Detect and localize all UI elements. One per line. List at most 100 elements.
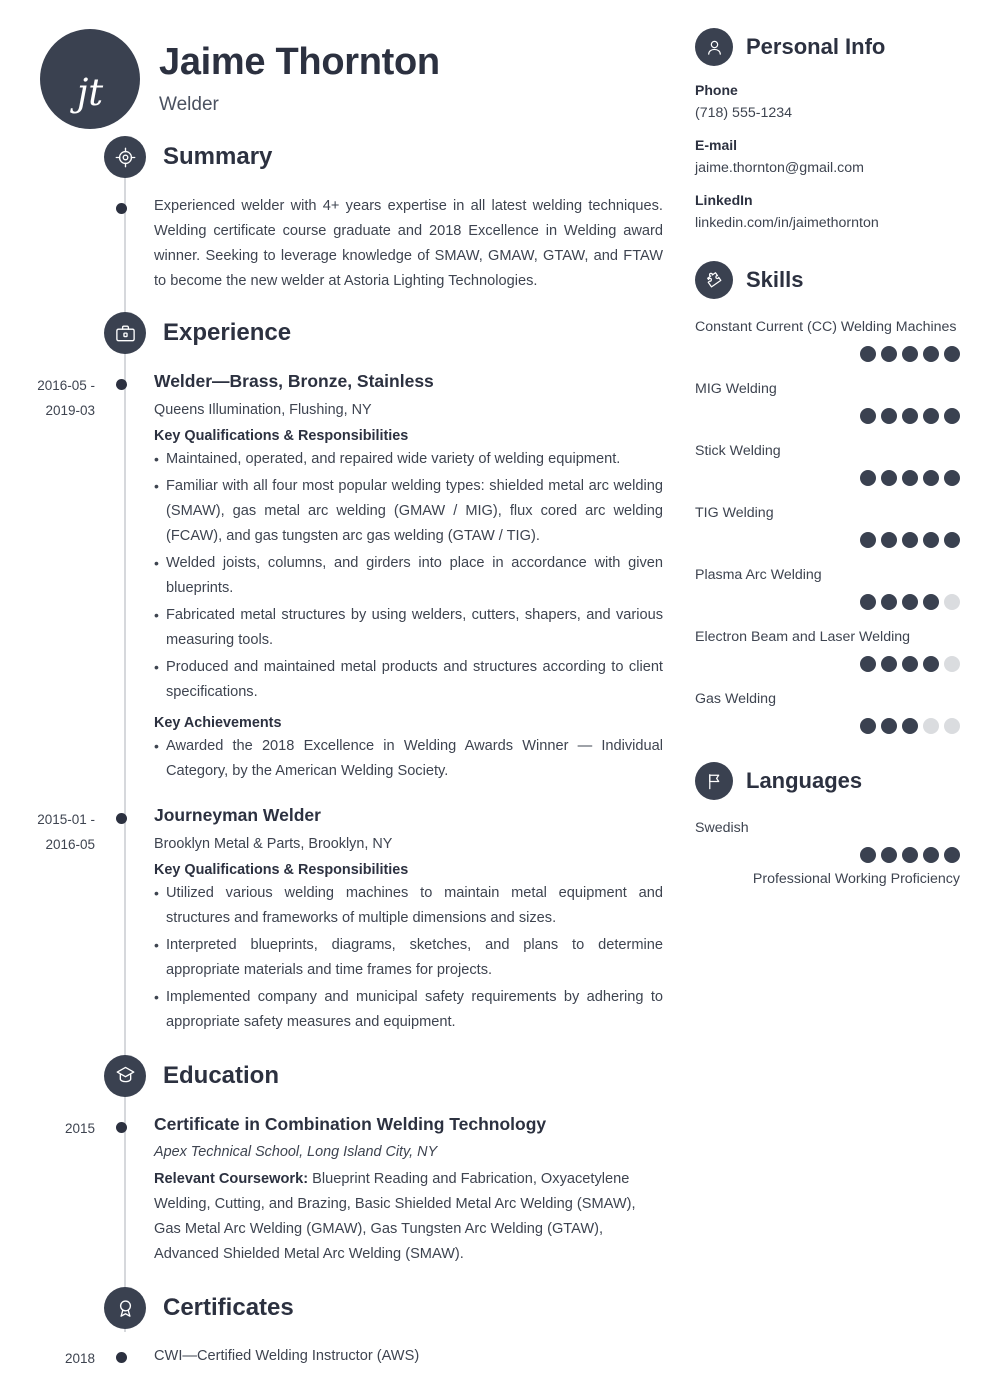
- flag-icon: [695, 762, 733, 800]
- puzzle-piece-icon: [695, 261, 733, 299]
- rating-dot-filled: [860, 408, 876, 424]
- skill-rating: [695, 718, 960, 734]
- entry-title: Journeyman Welder: [154, 804, 321, 825]
- avatar: jt: [40, 29, 140, 129]
- rating-dot-filled: [944, 847, 960, 863]
- resume-header: jt Jaime Thornton Welder: [0, 0, 690, 129]
- language-proficiency-note: Professional Working Proficiency: [752, 871, 960, 887]
- field-value-email[interactable]: jaime.thornton@gmail.com: [695, 160, 960, 176]
- timeline-dot: [116, 203, 127, 214]
- list-item: Utilized various welding machines to mai…: [154, 881, 663, 931]
- summary-content: Experienced welder with 4+ years experti…: [154, 194, 690, 294]
- main-column: jt Jaime Thornton Welder Summary Experie…: [0, 0, 690, 1400]
- sidebar: Personal Info Phone (718) 555-1234 E-mai…: [690, 0, 990, 1400]
- rating-dot-filled: [902, 656, 918, 672]
- skill-rating: [695, 532, 960, 548]
- section-title-summary: Summary: [163, 143, 273, 170]
- rating-dot-empty: [944, 656, 960, 672]
- job-title: Welder: [159, 94, 219, 116]
- entry-content: Certificate in Combination Welding Techn…: [154, 1113, 690, 1268]
- rating-dot-filled: [944, 346, 960, 362]
- qualifications-label: Key Qualifications & Responsibilities: [154, 861, 409, 878]
- graduation-cap-icon: [104, 1054, 146, 1097]
- rating-dot-filled: [860, 346, 876, 362]
- skill-rating: [695, 470, 960, 486]
- list-item: Welded joists, columns, and girders into…: [154, 551, 663, 601]
- list-item: Implemented company and municipal safety…: [154, 985, 663, 1035]
- list-item: Fabricated metal structures by using wel…: [154, 603, 663, 653]
- rating-dot-filled: [881, 847, 897, 863]
- entry-content: CWI—Certified Welding Instructor (AWS): [154, 1343, 690, 1369]
- entry-date: 2016-05 - 2019-03: [0, 370, 95, 423]
- skill-name: MIG Welding: [695, 381, 777, 397]
- rating-dot-filled: [923, 532, 939, 548]
- summary-date-spacer: [0, 194, 95, 197]
- skill-name: Constant Current (CC) Welding Machines: [695, 319, 957, 335]
- coursework: Relevant Coursework: Blueprint Reading a…: [154, 1166, 663, 1267]
- rating-dot-filled: [860, 847, 876, 863]
- section-title-certificates: Certificates: [163, 1294, 294, 1322]
- field-value-linkedin[interactable]: linkedin.com/in/jaimethornton: [695, 215, 960, 231]
- section-title-personal-info: Personal Info: [746, 34, 886, 59]
- achievements-label: Key Achievements: [154, 714, 282, 731]
- section-title-skills: Skills: [746, 267, 804, 292]
- rating-dot-filled: [881, 346, 897, 362]
- rating-dot-filled: [860, 718, 876, 734]
- qualifications-list: Maintained, operated, and repaired wide …: [154, 447, 663, 705]
- page-title: Jaime Thornton: [159, 40, 440, 83]
- field-label-phone: Phone: [695, 82, 738, 98]
- rating-dot-empty: [944, 718, 960, 734]
- entry-date-line1: 2015: [64, 1120, 95, 1136]
- entry-date-line1: 2016-05 -: [37, 378, 95, 393]
- skill-item: TIG Welding: [695, 501, 960, 548]
- skill-rating: [695, 408, 960, 424]
- language-item: Swedish Professional Working Proficiency: [695, 816, 960, 887]
- award-ribbon-icon: [104, 1287, 146, 1330]
- section-title-education: Education: [163, 1061, 280, 1089]
- briefcase-icon: [104, 312, 146, 354]
- field-value-phone: (718) 555-1234: [695, 105, 793, 121]
- section-header-education: Education: [104, 1054, 690, 1097]
- personal-info-fields: Phone (718) 555-1234 E-mail jaime.thornt…: [695, 82, 960, 231]
- entry-date-line1: 2015-01 -: [37, 811, 95, 827]
- entry-company: Queens Illumination, Flushing, NY: [154, 401, 372, 418]
- rating-dot-filled: [923, 847, 939, 863]
- name-block: Jaime Thornton Welder: [159, 40, 440, 117]
- rating-dot-filled: [923, 470, 939, 486]
- skill-item: Gas Welding: [695, 687, 960, 734]
- section-header-personal-info: Personal Info: [695, 28, 960, 66]
- entry-title: Certificate in Combination Welding Techn…: [154, 1113, 547, 1134]
- rating-dot-filled: [881, 408, 897, 424]
- experience-entry: 2015-01 - 2016-05 Journeyman Welder Broo…: [0, 804, 690, 1035]
- section-header-summary: Summary: [104, 136, 690, 178]
- entry-content: Welder—Brass, Bronze, Stainless Queens I…: [154, 370, 690, 784]
- rating-dot-filled: [860, 532, 876, 548]
- coursework-label: Relevant Coursework:: [154, 1171, 309, 1188]
- certificate-text: CWI—Certified Welding Instructor (AWS): [154, 1348, 420, 1365]
- timeline-dot: [116, 379, 127, 390]
- rating-dot-filled: [881, 532, 897, 548]
- skill-item: Plasma Arc Welding: [695, 563, 960, 610]
- skill-item: MIG Welding: [695, 377, 960, 424]
- rating-dot-filled: [860, 656, 876, 672]
- rating-dot-filled: [923, 408, 939, 424]
- rating-dot-filled: [902, 532, 918, 548]
- qualifications-label: Key Qualifications & Responsibilities: [154, 427, 409, 444]
- language-rating: [695, 847, 960, 863]
- skill-rating: [695, 594, 960, 610]
- list-item: Awarded the 2018 Excellence in Welding A…: [154, 734, 663, 784]
- list-item: Familiar with all four most popular weld…: [154, 474, 663, 549]
- section-title-experience: Experience: [163, 319, 292, 346]
- skill-rating: [695, 656, 960, 672]
- summary-entry: Experienced welder with 4+ years experti…: [0, 194, 690, 294]
- rating-dot-filled: [860, 470, 876, 486]
- skill-name: Gas Welding: [695, 691, 776, 707]
- language-name: Swedish: [695, 820, 749, 836]
- entry-title: Welder—Brass, Bronze, Stainless: [154, 371, 434, 391]
- rating-dot-filled: [902, 408, 918, 424]
- skill-item: Stick Welding: [695, 439, 960, 486]
- rating-dot-filled: [902, 346, 918, 362]
- rating-dot-filled: [881, 656, 897, 672]
- section-header-languages: Languages: [695, 762, 960, 800]
- entry-date-line2: 2019-03: [45, 403, 95, 418]
